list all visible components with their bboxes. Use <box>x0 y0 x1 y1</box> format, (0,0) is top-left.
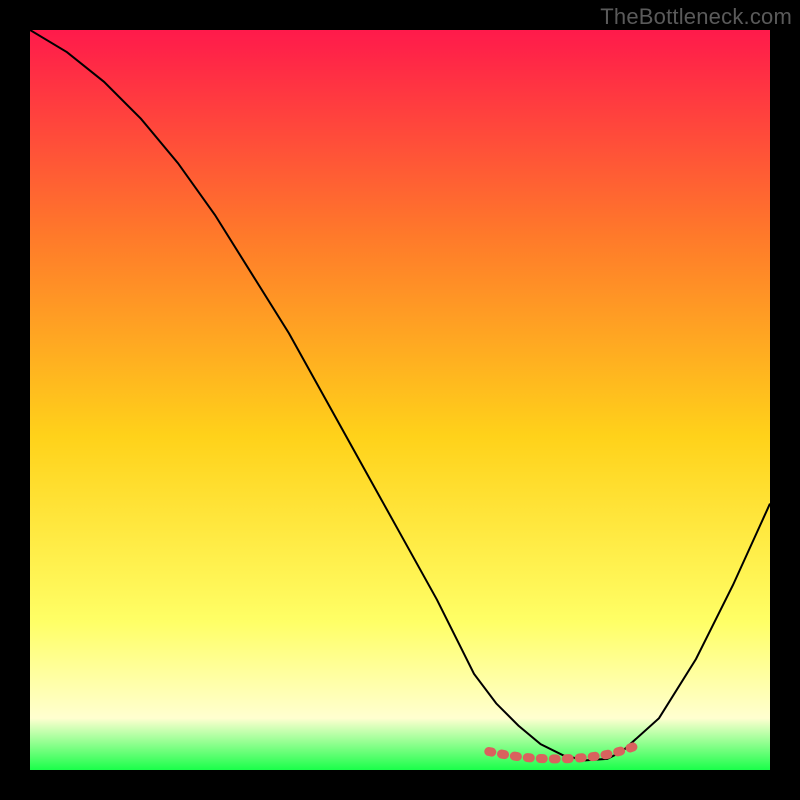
chart-svg <box>30 30 770 770</box>
plot-area <box>30 30 770 770</box>
chart-frame: TheBottleneck.com <box>0 0 800 800</box>
watermark-text: TheBottleneck.com <box>600 4 792 30</box>
gradient-background <box>30 30 770 770</box>
